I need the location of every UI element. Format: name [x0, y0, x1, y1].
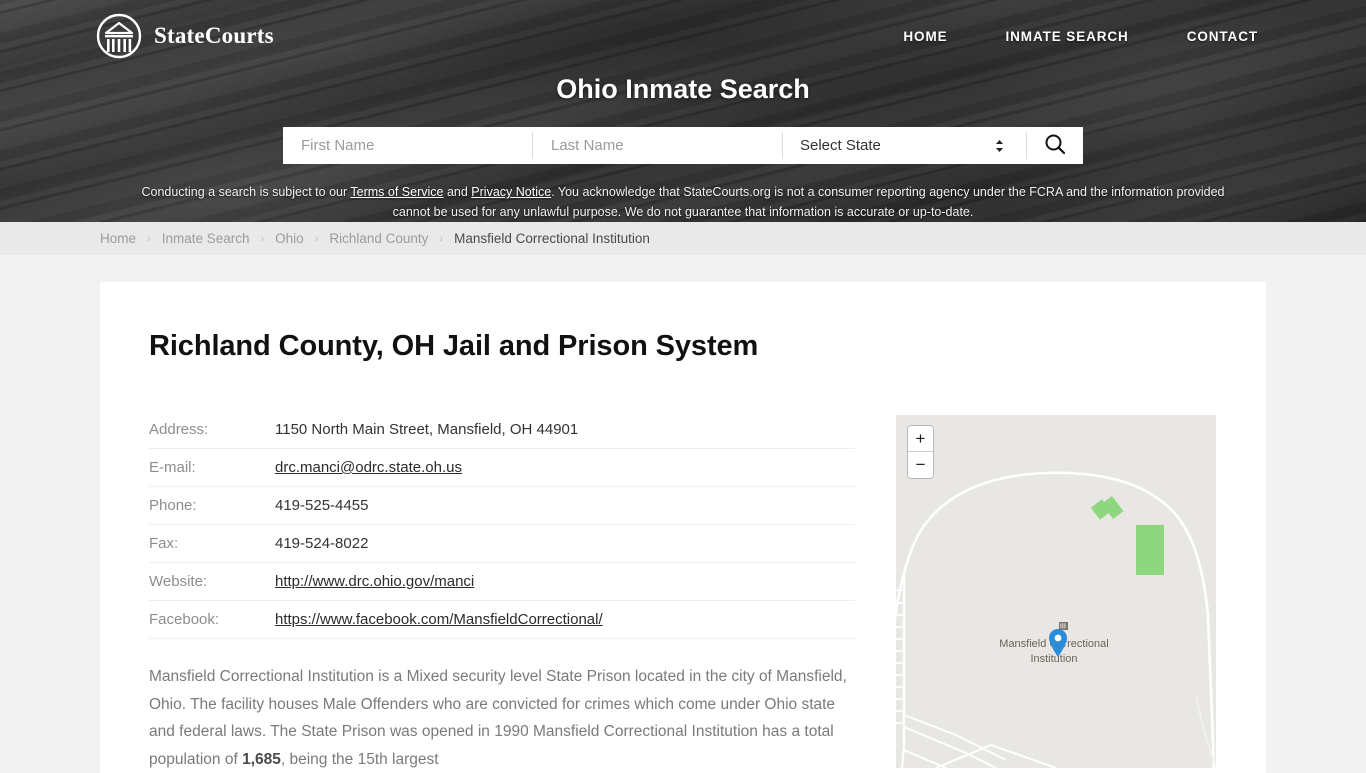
table-row: Address: 1150 North Main Street, Mansfie…: [149, 415, 855, 449]
table-row: E-mail: drc.manci@odrc.state.oh.us: [149, 448, 855, 487]
inmate-search-form: Select State: [283, 127, 1083, 164]
facility-description: Mansfield Correctional Institution is a …: [149, 663, 849, 773]
fact-value-fax: 419-524-8022: [275, 524, 855, 563]
fact-label: Address:: [149, 415, 275, 449]
breadcrumb-item-home[interactable]: Home: [100, 231, 136, 246]
map-column: Mansfield Correctional Institution + −: [896, 415, 1216, 773]
search-button[interactable]: [1027, 127, 1083, 164]
population-value: 1,685: [242, 750, 281, 768]
location-map[interactable]: Mansfield Correctional Institution + −: [896, 415, 1216, 768]
page-title: Ohio Inmate Search: [556, 74, 810, 104]
table-row: Phone: 419-525-4455: [149, 486, 855, 525]
map-zoom-controls: + −: [907, 425, 934, 479]
chevron-updown-icon: [995, 139, 1004, 153]
fact-label: Website:: [149, 562, 275, 601]
brand-logo[interactable]: StateCourts: [96, 13, 274, 59]
email-link[interactable]: drc.manci@odrc.state.oh.us: [275, 459, 462, 476]
last-name-input[interactable]: [533, 127, 782, 164]
fact-value-phone: 419-525-4455: [275, 486, 855, 525]
nav-item-home[interactable]: HOME: [903, 29, 947, 44]
map-roads: [896, 471, 1216, 768]
breadcrumb-item-richland-county[interactable]: Richland County: [329, 231, 428, 246]
fact-label: Phone:: [149, 486, 275, 525]
table-row: Facebook: https://www.facebook.com/Mansf…: [149, 600, 855, 639]
privacy-notice-link[interactable]: Privacy Notice: [471, 185, 551, 199]
main-nav: HOME INMATE SEARCH CONTACT: [903, 29, 1258, 44]
map-zoom-out-button[interactable]: −: [908, 452, 933, 478]
nav-item-contact[interactable]: CONTACT: [1187, 29, 1258, 44]
site-header: StateCourts HOME INMATE SEARCH CONTACT O…: [0, 0, 1366, 222]
disclaimer-text-2: and: [443, 185, 472, 199]
terms-of-service-link[interactable]: Terms of Service: [350, 185, 443, 199]
state-select-value: Select State: [800, 137, 881, 154]
breadcrumb-item-inmate-search[interactable]: Inmate Search: [162, 231, 250, 246]
fact-label: E-mail:: [149, 448, 275, 487]
section-title: Richland County, OH Jail and Prison Syst…: [149, 330, 759, 362]
magnifier-icon: [1044, 133, 1066, 158]
breadcrumb-item-ohio[interactable]: Ohio: [275, 231, 304, 246]
description-text-2: , being the 15th largest: [280, 750, 439, 768]
breadcrumb-current: Mansfield Correctional Institution: [454, 231, 650, 246]
chevron-right-icon: ›: [147, 232, 151, 245]
fact-label: Facebook:: [149, 600, 275, 639]
website-link[interactable]: http://www.drc.ohio.gov/manci: [275, 573, 474, 590]
first-name-input[interactable]: [283, 127, 532, 164]
top-bar: StateCourts HOME INMATE SEARCH CONTACT: [0, 0, 1366, 72]
fact-label: Fax:: [149, 524, 275, 563]
chevron-right-icon: ›: [314, 232, 319, 245]
fact-value-email: drc.manci@odrc.state.oh.us: [275, 448, 855, 487]
fact-value-address: 1150 North Main Street, Mansfield, OH 44…: [275, 415, 855, 449]
fact-value-website: http://www.drc.ohio.gov/manci: [275, 562, 855, 601]
nav-item-inmate-search[interactable]: INMATE SEARCH: [1006, 29, 1129, 44]
content-card: Richland County, OH Jail and Prison Syst…: [100, 282, 1266, 773]
fact-value-facebook: https://www.facebook.com/MansfieldCorrec…: [275, 600, 855, 639]
disclaimer-text-1: Conducting a search is subject to our: [141, 185, 351, 199]
state-select[interactable]: Select State: [783, 127, 1026, 164]
map-pin-icon[interactable]: [1048, 628, 1068, 658]
table-row: Website: http://www.drc.ohio.gov/manci: [149, 562, 855, 601]
courthouse-circle-icon: [96, 13, 142, 59]
chevron-right-icon: ›: [260, 232, 265, 245]
table-row: Fax: 419-524-8022: [149, 524, 855, 563]
facility-facts-table: Address: 1150 North Main Street, Mansfie…: [149, 415, 855, 639]
chevron-right-icon: ›: [439, 232, 444, 245]
search-disclaimer: Conducting a search is subject to our Te…: [125, 182, 1241, 222]
map-zoom-in-button[interactable]: +: [908, 426, 933, 452]
park-area-icon: [1136, 525, 1164, 575]
facility-details: Address: 1150 North Main Street, Mansfie…: [149, 415, 855, 773]
breadcrumb: Home › Inmate Search › Ohio › Richland C…: [0, 222, 1366, 255]
facebook-link[interactable]: https://www.facebook.com/MansfieldCorrec…: [275, 611, 603, 628]
brand-name: StateCourts: [154, 23, 274, 48]
